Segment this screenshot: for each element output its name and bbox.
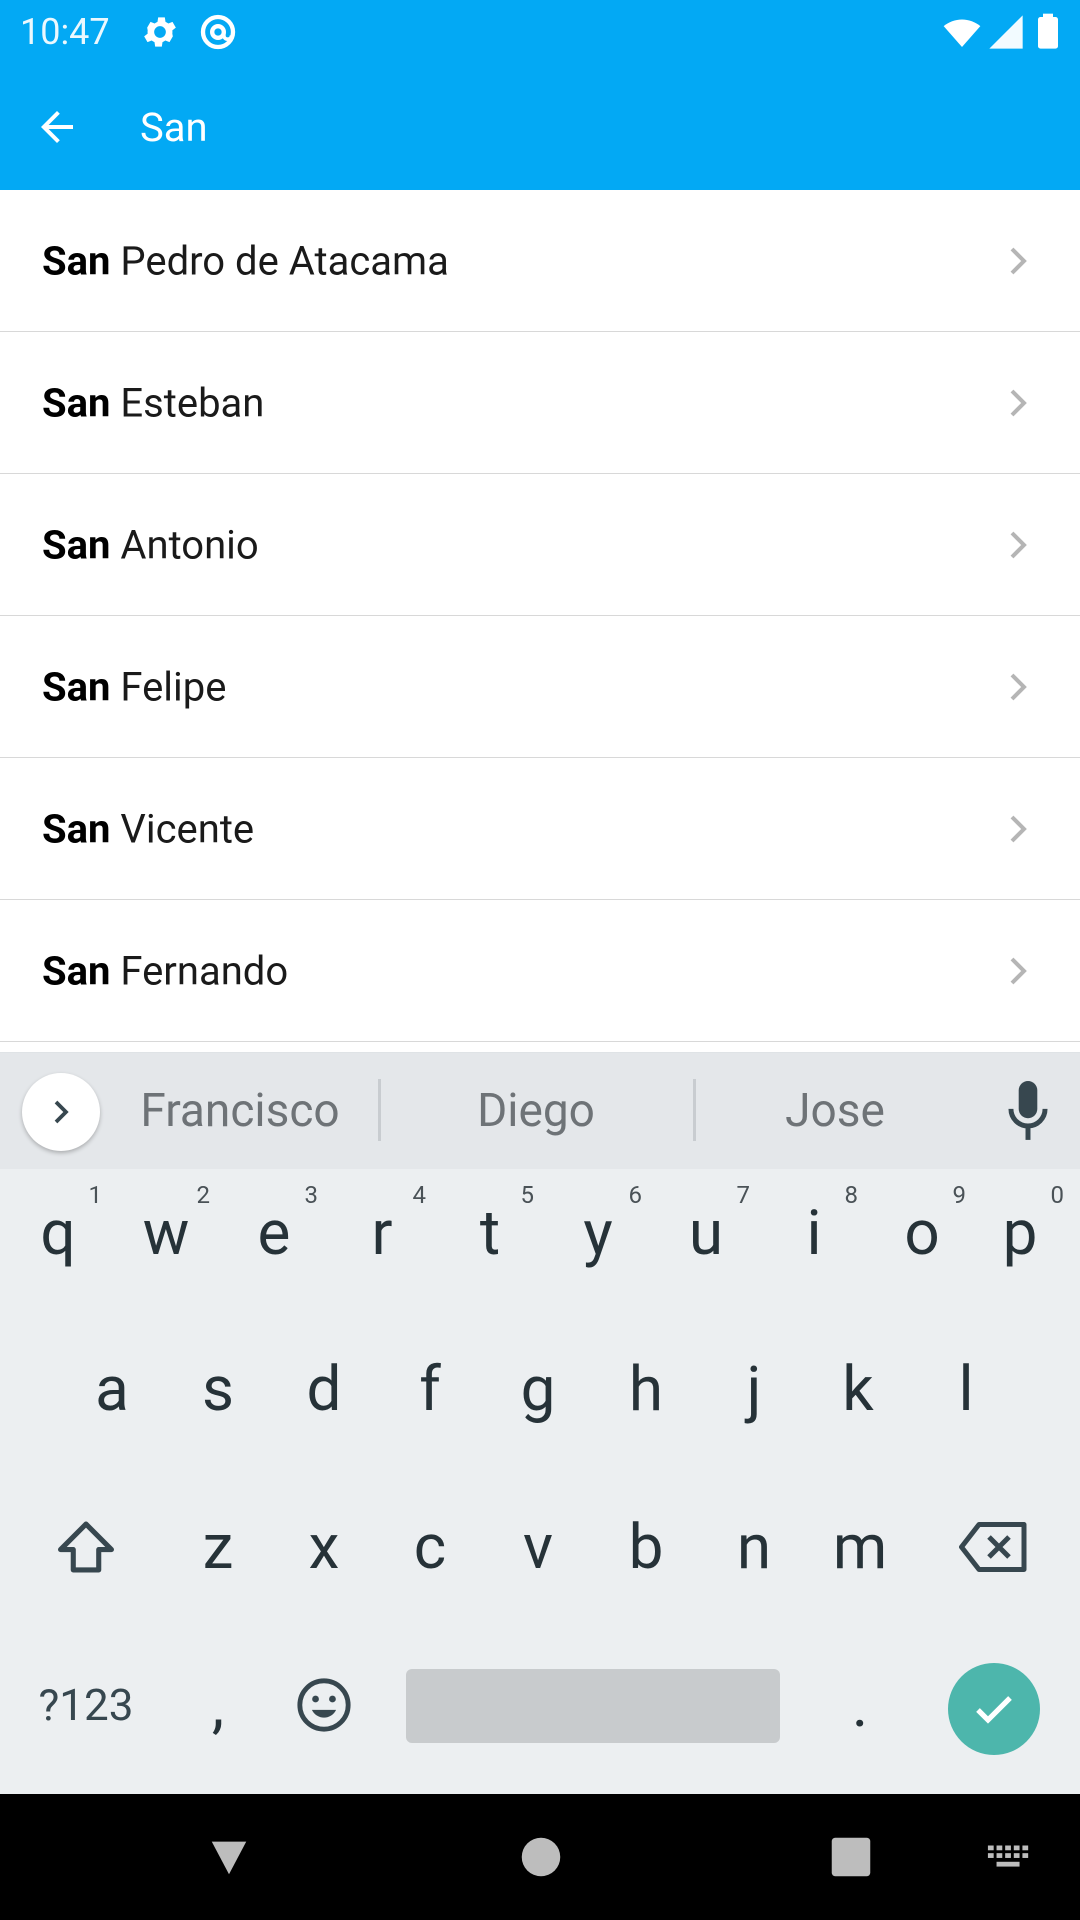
period-key[interactable]: . — [806, 1645, 914, 1765]
keyboard-switch-icon — [987, 1845, 1029, 1867]
key-z[interactable]: z — [164, 1487, 272, 1607]
battery-icon — [1038, 13, 1058, 49]
match-highlight: San — [42, 805, 111, 852]
match-highlight: San — [42, 663, 111, 710]
search-toolbar: San — [0, 64, 1080, 190]
at-sign-icon — [200, 14, 236, 50]
nav-recents-button[interactable] — [818, 1824, 884, 1890]
list-item[interactable]: San Esteban — [0, 332, 1080, 474]
microphone-icon[interactable] — [1006, 1081, 1050, 1143]
key-o[interactable]: o9 — [868, 1173, 976, 1293]
search-input[interactable]: San — [140, 100, 208, 156]
key-h[interactable]: h — [592, 1329, 700, 1449]
suggestion-strip: Francisco Diego Jose — [0, 1053, 1080, 1169]
emoji-key[interactable] — [270, 1645, 378, 1765]
match-highlight: San — [42, 379, 111, 426]
key-t[interactable]: t5 — [436, 1173, 544, 1293]
match-highlight: San — [42, 521, 111, 568]
list-item-rest: Felipe — [110, 663, 227, 710]
list-item-label: San Fernando — [42, 947, 288, 994]
list-item-label: San Vicente — [42, 805, 254, 852]
key-y[interactable]: y6 — [544, 1173, 652, 1293]
chevron-right-icon — [1010, 673, 1027, 700]
list-item[interactable]: San Pedro de Atacama — [0, 190, 1080, 332]
nav-back-button[interactable] — [196, 1824, 262, 1890]
suggestion-2[interactable]: Diego — [436, 1081, 636, 1141]
recents-square-icon — [831, 1837, 871, 1877]
emoji-icon — [297, 1678, 351, 1732]
list-item-rest: Antonio — [110, 521, 259, 568]
chevron-right-icon — [54, 1100, 69, 1124]
key-w[interactable]: w2 — [112, 1173, 220, 1293]
key-f[interactable]: f — [376, 1329, 484, 1449]
key-q[interactable]: q1 — [4, 1173, 112, 1293]
chevron-right-icon — [1010, 531, 1027, 558]
match-highlight: San — [42, 947, 111, 994]
key-x[interactable]: x — [270, 1487, 378, 1607]
key-s[interactable]: s — [164, 1329, 272, 1449]
list-item-rest: Fernando — [110, 947, 289, 994]
key-d[interactable]: d — [270, 1329, 378, 1449]
list-item[interactable]: San Fernando — [0, 900, 1080, 1042]
shift-icon — [58, 1521, 114, 1573]
list-item[interactable]: San Felipe — [0, 616, 1080, 758]
list-item[interactable]: San Vicente — [0, 758, 1080, 900]
arrow-back-icon — [41, 111, 73, 143]
list-item-rest: Pedro de Atacama — [110, 237, 449, 284]
key-b[interactable]: b — [592, 1487, 700, 1607]
enter-button[interactable] — [948, 1663, 1040, 1755]
match-highlight: San — [42, 237, 111, 284]
key-l[interactable]: l — [912, 1329, 1020, 1449]
chevron-right-icon — [1010, 389, 1027, 416]
cellular-signal-icon — [989, 15, 1023, 49]
chevron-right-icon — [1010, 957, 1027, 984]
key-n[interactable]: n — [700, 1487, 808, 1607]
suggestion-1[interactable]: Francisco — [130, 1081, 350, 1141]
settings-icon — [144, 17, 176, 47]
key-i[interactable]: i8 — [760, 1173, 868, 1293]
symbols-key[interactable]: ?123 — [30, 1645, 142, 1765]
shift-key[interactable] — [32, 1487, 140, 1607]
suggestion-divider — [378, 1079, 381, 1141]
suggestion-divider — [693, 1079, 696, 1141]
key-u[interactable]: u7 — [652, 1173, 760, 1293]
status-time: 10:47 — [20, 11, 110, 53]
key-r[interactable]: r4 — [328, 1173, 436, 1293]
key-c[interactable]: c — [376, 1487, 484, 1607]
backspace-key[interactable] — [940, 1487, 1048, 1607]
comma-key[interactable]: , — [164, 1645, 272, 1765]
back-triangle-icon — [211, 1841, 247, 1875]
soft-keyboard: Francisco Diego Jose q1 w2 e3 r4 t5 y6 u… — [0, 1052, 1080, 1794]
status-bar: 10:47 — [0, 0, 1080, 64]
list-item-rest: Esteban — [110, 379, 265, 426]
back-button[interactable] — [22, 92, 92, 162]
nav-home-button[interactable] — [508, 1824, 574, 1890]
backspace-icon — [959, 1522, 1027, 1572]
list-item-label: San Esteban — [42, 379, 264, 426]
key-e[interactable]: e3 — [220, 1173, 328, 1293]
list-item-label: San Antonio — [42, 521, 259, 568]
spacebar[interactable] — [406, 1669, 780, 1743]
key-a[interactable]: a — [58, 1329, 166, 1449]
checkmark-icon — [976, 1696, 1012, 1724]
keyboard-switch-button[interactable] — [976, 1824, 1042, 1890]
search-results-list: San Pedro de Atacama San Esteban San Ant… — [0, 190, 1080, 1042]
list-item-rest: Vicente — [110, 805, 255, 852]
key-j[interactable]: j — [700, 1329, 808, 1449]
suggestion-3[interactable]: Jose — [735, 1081, 935, 1141]
key-g[interactable]: g — [484, 1329, 592, 1449]
chevron-right-icon — [1010, 247, 1027, 274]
key-k[interactable]: k — [804, 1329, 912, 1449]
list-item-label: San Pedro de Atacama — [42, 237, 449, 284]
suggestion-expand-button[interactable] — [22, 1073, 100, 1151]
list-item-label: San Felipe — [42, 663, 226, 710]
key-p[interactable]: p0 — [966, 1173, 1074, 1293]
system-nav-bar — [0, 1794, 1080, 1920]
key-m[interactable]: m — [806, 1487, 914, 1607]
wifi-icon — [943, 19, 981, 47]
home-circle-icon — [521, 1837, 561, 1877]
chevron-right-icon — [1010, 815, 1027, 842]
list-item[interactable]: San Antonio — [0, 474, 1080, 616]
key-v[interactable]: v — [484, 1487, 592, 1607]
